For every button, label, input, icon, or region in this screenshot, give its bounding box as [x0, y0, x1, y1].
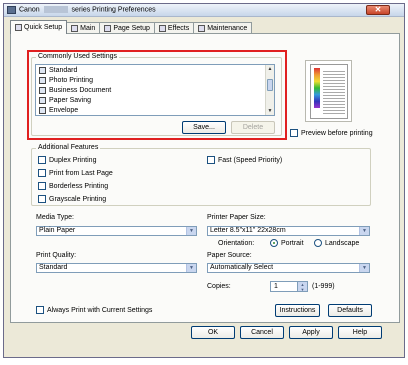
checkbox-label: Preview before printing — [301, 129, 373, 137]
checkbox-label: Print from Last Page — [49, 169, 113, 177]
checkbox-box[interactable] — [207, 156, 215, 164]
radio-dot[interactable] — [270, 239, 278, 247]
printer-icon — [7, 6, 16, 14]
radio-label: Portrait — [281, 239, 304, 247]
quick-setup-icon — [15, 24, 22, 31]
orientation-label: Orientation: — [218, 240, 255, 247]
instructions-button[interactable]: Instructions — [275, 304, 320, 317]
media-type-value: Plain Paper — [39, 227, 76, 234]
apply-button[interactable]: Apply — [289, 326, 333, 339]
main-icon — [71, 25, 79, 32]
checkbox-box[interactable] — [38, 156, 46, 164]
page-setup-icon — [104, 25, 112, 32]
checkbox-label: Fast (Speed Priority) — [218, 156, 283, 164]
checkbox-box[interactable] — [38, 169, 46, 177]
chevron-down-icon[interactable]: ▼ — [186, 227, 196, 235]
borderless-printing-checkbox[interactable]: Borderless Printing — [38, 182, 108, 190]
window-title: Canon series Printing Preferences — [19, 6, 156, 13]
media-type-label: Media Type: — [36, 214, 75, 221]
tab-label: Main — [80, 25, 96, 32]
spin-down-icon[interactable]: ▼ — [298, 287, 307, 292]
radio-dot[interactable] — [314, 239, 322, 247]
paper-size-select[interactable]: Letter 8.5"x11" 22x28cm ▼ — [207, 226, 370, 236]
paper-source-label: Paper Source: — [207, 252, 252, 259]
title-suffix: series Printing Preferences — [71, 6, 156, 14]
highlight-frame — [27, 50, 287, 140]
grayscale-printing-checkbox[interactable]: Grayscale Printing — [38, 195, 106, 203]
tab-quick-setup[interactable]: Quick Setup — [10, 20, 68, 34]
tab-label: Effects — [167, 25, 190, 32]
defaults-button[interactable]: Defaults — [328, 304, 372, 317]
maintenance-icon — [198, 25, 206, 32]
checkbox-box[interactable] — [36, 306, 44, 314]
chevron-down-icon[interactable]: ▼ — [359, 264, 369, 272]
landscape-radio[interactable]: Landscape — [314, 239, 359, 247]
tab-label: Maintenance — [207, 25, 248, 32]
copies-spinner[interactable]: ▲ ▼ — [297, 281, 308, 292]
portrait-radio[interactable]: Portrait — [270, 239, 304, 247]
print-quality-label: Print Quality: — [36, 252, 77, 259]
chevron-down-icon[interactable]: ▼ — [359, 227, 369, 235]
print-quality-value: Standard — [39, 264, 68, 271]
paper-source-select[interactable]: Automatically Select ▼ — [207, 263, 370, 273]
checkbox-box[interactable] — [38, 182, 46, 190]
checkbox-label: Always Print with Current Settings — [47, 306, 153, 314]
fast-speed-priority-checkbox[interactable]: Fast (Speed Priority) — [207, 156, 282, 164]
paper-source-value: Automatically Select — [210, 264, 274, 271]
checkbox-box[interactable] — [38, 195, 46, 203]
redacted-model-name — [43, 6, 68, 13]
cancel-button[interactable]: Cancel — [240, 326, 284, 339]
checkbox-label: Duplex Printing — [49, 156, 97, 164]
tab-strip: Quick Setup Main Page Setup Effects Main… — [10, 20, 253, 34]
print-last-page-checkbox[interactable]: Print from Last Page — [38, 169, 113, 177]
preview-before-printing-checkbox[interactable]: Preview before printing — [290, 129, 373, 137]
print-preview — [305, 60, 352, 122]
effects-icon — [158, 25, 166, 32]
tab-label: Quick Setup — [24, 24, 63, 31]
help-button[interactable]: Help — [338, 326, 382, 339]
checkbox-label: Borderless Printing — [49, 182, 109, 190]
group-title: Additional Features — [36, 144, 101, 151]
title-prefix: Canon — [19, 6, 40, 14]
duplex-printing-checkbox[interactable]: Duplex Printing — [38, 156, 96, 164]
paper-size-value: Letter 8.5"x11" 22x28cm — [210, 227, 286, 234]
checkbox-box[interactable] — [290, 129, 298, 137]
copies-label: Copies: — [207, 283, 231, 290]
ok-button[interactable]: OK — [191, 326, 235, 339]
preview-page — [310, 64, 348, 119]
media-type-select[interactable]: Plain Paper ▼ — [36, 226, 197, 236]
chevron-down-icon[interactable]: ▼ — [186, 264, 196, 272]
print-quality-select[interactable]: Standard ▼ — [36, 263, 197, 273]
tab-label: Page Setup — [113, 25, 150, 32]
title-bar: Canon series Printing Preferences ✕ — [4, 4, 404, 17]
radio-label: Landscape — [325, 239, 360, 247]
checkbox-label: Grayscale Printing — [49, 195, 107, 203]
always-print-current-checkbox[interactable]: Always Print with Current Settings — [36, 306, 152, 314]
text-lines — [323, 69, 345, 114]
color-band — [314, 68, 320, 108]
paper-size-label: Printer Paper Size: — [207, 214, 266, 221]
close-button[interactable]: ✕ — [366, 5, 390, 15]
copies-range: (1-999) — [312, 283, 335, 290]
